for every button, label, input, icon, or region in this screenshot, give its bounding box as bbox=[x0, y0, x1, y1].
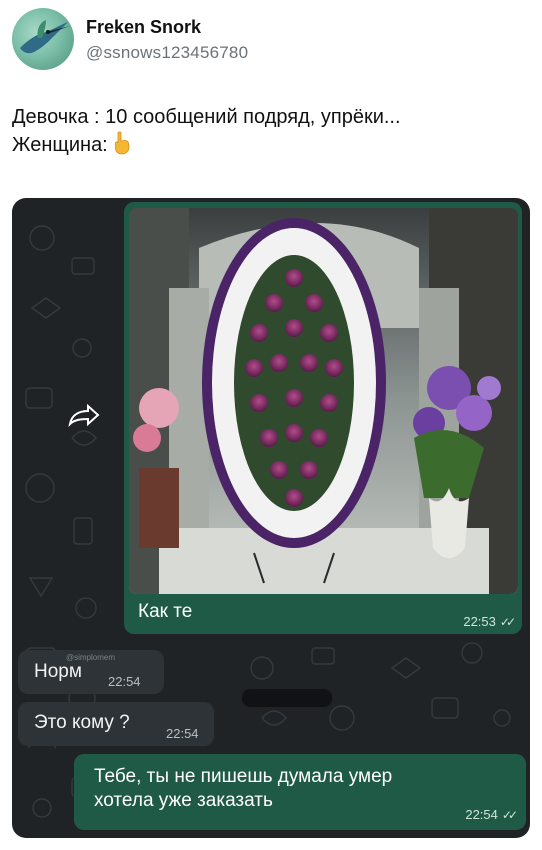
avatar[interactable] bbox=[12, 8, 74, 70]
tweet-text-line-2: Женщина: bbox=[12, 131, 532, 163]
outgoing-photo-message[interactable]: Как те 22:53 ✓✓ bbox=[124, 202, 522, 634]
double-check-read-icon: ✓✓ bbox=[499, 615, 516, 629]
message-timestamp: 22:54 ✓✓ bbox=[465, 807, 518, 822]
message-text: Норм bbox=[34, 661, 82, 682]
message-text-line-1: Тебе, ты не пишешь думала умер bbox=[94, 766, 393, 787]
point-down-emoji-icon bbox=[112, 131, 132, 163]
message-time: 22:54 bbox=[166, 726, 199, 741]
user-handle[interactable]: @ssnows123456780 bbox=[86, 43, 248, 63]
message-text: Тебе, ты не пишешь думала умер хотела уж… bbox=[94, 765, 392, 813]
message-text: Это кому ? bbox=[34, 712, 130, 733]
message-text-line-2: хотела уже заказать bbox=[94, 790, 273, 811]
redacted-smudge bbox=[242, 689, 332, 707]
tweet-header: Freken Snork @ssnows123456780 bbox=[12, 8, 532, 72]
tweet-text: Девочка : 10 сообщений подряд, упрёки...… bbox=[12, 103, 532, 163]
double-check-read-icon: ✓✓ bbox=[501, 808, 518, 822]
forward-icon[interactable] bbox=[68, 403, 102, 430]
wreath-photo[interactable] bbox=[129, 208, 518, 594]
message-time: 22:53 bbox=[463, 614, 496, 629]
message-timestamp: 22:53 ✓✓ bbox=[463, 614, 516, 629]
hummingbird-icon bbox=[20, 20, 70, 54]
tweet-text-line-2-label: Женщина: bbox=[12, 134, 108, 156]
photo-caption: Как те bbox=[138, 601, 193, 622]
incoming-message[interactable]: @simplomem Норм 22:54 bbox=[18, 650, 164, 694]
message-time: 22:54 bbox=[108, 674, 141, 689]
tweet-text-line-1: Девочка : 10 сообщений подряд, упрёки... bbox=[12, 106, 401, 128]
incoming-message[interactable]: Это кому ? 22:54 bbox=[18, 702, 214, 746]
message-time: 22:54 bbox=[465, 807, 498, 822]
chat-screenshot: Как те 22:53 ✓✓ @simplomem Норм 22:54 Это… bbox=[12, 198, 530, 838]
display-name[interactable]: Freken Snork bbox=[86, 17, 201, 38]
outgoing-message[interactable]: Тебе, ты не пишешь думала умер хотела уж… bbox=[74, 754, 526, 830]
